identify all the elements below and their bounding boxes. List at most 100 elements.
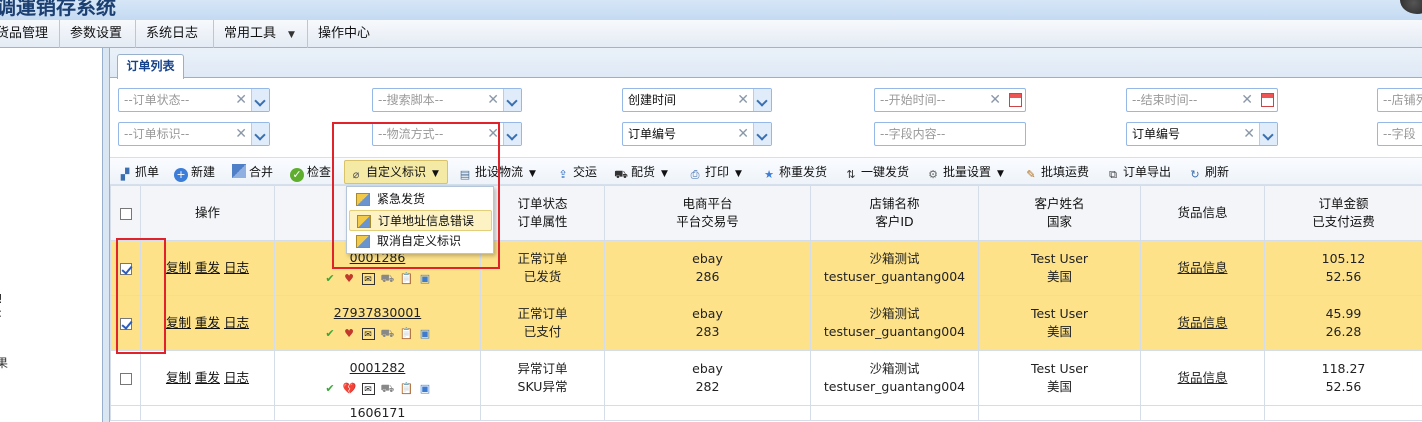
order-no-link[interactable]: 1606171	[276, 407, 480, 420]
batch-logistics-button[interactable]: ▤ 批设物流 ▼	[458, 161, 536, 183]
clear-icon[interactable]: ✕	[487, 123, 499, 145]
order-flag-placeholder: --订单标识--	[124, 127, 190, 141]
custom-flag-menu: 紧急发货 订单地址信息错误 取消自定义标识	[346, 186, 494, 254]
col-goods-label: 货品信息	[1177, 205, 1228, 220]
menu-operation-center[interactable]: 操作中心	[308, 20, 386, 48]
clear-icon[interactable]: ✕	[1243, 123, 1255, 145]
custom-flag-button[interactable]: ⌀ 自定义标识 ▼	[344, 160, 448, 184]
field-select-2[interactable]: 订单编号 ✕	[1126, 122, 1278, 146]
grab-orders-button[interactable]: ▞ 抓单	[118, 161, 159, 183]
menu-item-cancel-flag[interactable]: 取消自定义标识	[349, 231, 492, 252]
clear-icon[interactable]: ✕	[737, 123, 749, 145]
menu-goods[interactable]: 货品管理	[0, 20, 60, 48]
copy-link[interactable]: 复制	[166, 315, 191, 330]
amount-cell	[1264, 405, 1422, 421]
order-status-select[interactable]: --订单状态-- ✕	[118, 88, 270, 112]
copy-link[interactable]: 复制	[166, 260, 191, 275]
goods-cell: 货品信息	[1140, 240, 1265, 296]
disk-icon: ▣	[419, 381, 431, 395]
chevron-down-icon[interactable]	[1259, 123, 1277, 145]
chevron-down-icon[interactable]	[251, 89, 269, 111]
time-type-select[interactable]: 创建时间 ✕	[622, 88, 772, 112]
clear-icon[interactable]: ✕	[235, 89, 247, 111]
check-button[interactable]: ✓ 检查	[290, 161, 331, 183]
order-table: 操作 订单状态 订单属性 电商平台 平台交易号 店铺名称 客户ID 客户姓名 国家 货品…	[110, 185, 1422, 421]
table-row[interactable]: 复制 重发 日志 0001282 ✔ 💔 ✉ ⛟ 📋 ▣ 异常订单 SKU异常 eba…	[110, 350, 1422, 406]
chevron-down-icon[interactable]	[503, 123, 521, 145]
chevron-down-icon[interactable]	[251, 123, 269, 145]
log-link[interactable]: 日志	[224, 260, 249, 275]
col-status-label-2: 订单属性	[517, 214, 568, 229]
log-link[interactable]: 日志	[224, 315, 249, 330]
batch-freight-button[interactable]: ✎ 批填运费	[1024, 161, 1089, 183]
col-shop: 店铺名称 客户ID	[810, 185, 979, 241]
clear-icon[interactable]: ✕	[737, 89, 749, 111]
paperclip-icon: ⌀	[352, 168, 360, 181]
table-row[interactable]: 复制 重发 日志 27937830001 ✔ ♥ ✉ ⛟ 📋 ▣ 正常订单 已支付 e…	[110, 295, 1422, 351]
logistics-icon: ▤	[459, 168, 471, 181]
menu-syslog-label: 系统日志	[146, 26, 199, 41]
order-flag-select[interactable]: --订单标识-- ✕	[118, 122, 270, 146]
chevron-down-icon[interactable]	[503, 89, 521, 111]
menu-syslog[interactable]: 系统日志	[136, 20, 214, 48]
customer-cell	[978, 405, 1141, 421]
weigh-ship-button[interactable]: ★ 称重发货	[762, 161, 827, 183]
goods-info-link[interactable]: 货品信息	[1177, 315, 1227, 330]
row-checkbox[interactable]	[119, 262, 132, 275]
calendar-icon[interactable]	[1009, 93, 1022, 107]
logistics-select[interactable]: --物流方式-- ✕	[372, 122, 522, 146]
menu-params[interactable]: 参数设置	[60, 20, 136, 48]
batch-settings-button[interactable]: ⚙ 批量设置 ▼	[926, 161, 1004, 183]
menu-tools[interactable]: 常用工具 ▼	[214, 20, 308, 48]
allocate-button[interactable]: ⛟ 配货 ▼	[614, 161, 668, 183]
row-checkbox[interactable]	[119, 372, 132, 385]
col-amount: 订单金额 已支付运费	[1264, 185, 1422, 241]
main-menu-bar: 货品管理 参数设置 系统日志 常用工具 ▼ 操作中心	[0, 20, 1422, 48]
field-select[interactable]: 订单编号 ✕	[622, 122, 772, 146]
resend-link[interactable]: 重发	[195, 260, 220, 275]
one-click-ship-label: 一键发货	[861, 165, 910, 179]
print-button[interactable]: ⎙ 打印 ▼	[688, 161, 742, 183]
chevron-down-icon[interactable]	[753, 123, 771, 145]
order-no-link[interactable]: 0001282	[276, 359, 480, 377]
menu-operation-center-label: 操作中心	[318, 26, 371, 41]
field-content-input[interactable]: --字段内容--	[874, 122, 1026, 146]
shop-cell: 沙箱测试 testuser_guantang004	[810, 240, 979, 296]
batch-settings-label: 批量设置	[943, 165, 992, 179]
table-row[interactable]: 复制 重发 日志 0001286 ✔ ♥ ✉ ⛟ 📋 ▣ 正常订单 已发货 ebay 2…	[110, 240, 1422, 296]
menu-item-urgent-ship[interactable]: 紧急发货	[349, 189, 492, 210]
clear-icon[interactable]: ✕	[1241, 89, 1253, 111]
select-all-checkbox[interactable]	[119, 207, 132, 220]
export-orders-button[interactable]: ⧉ 订单导出	[1106, 161, 1171, 183]
table-row[interactable]: 1606171	[110, 405, 1422, 421]
log-link[interactable]: 日志	[224, 370, 249, 385]
clear-icon[interactable]: ✕	[235, 123, 247, 145]
tab-order-list[interactable]: 订单列表	[117, 54, 184, 79]
one-click-ship-button[interactable]: ⇅ 一键发货	[844, 161, 909, 183]
main-content: 订单列表 --订单状态-- ✕ --搜索脚本-- ✕ 创建时间 ✕ --开始时间…	[110, 48, 1422, 422]
field-content-input-2[interactable]: --字段	[1377, 122, 1422, 146]
panel-splitter[interactable]	[102, 48, 110, 422]
merge-button[interactable]: 合并	[232, 161, 273, 183]
left-panel-fragment[interactable]: 果	[0, 354, 8, 371]
end-time-input[interactable]: --结束时间-- ✕	[1126, 88, 1278, 112]
resend-link[interactable]: 重发	[195, 370, 220, 385]
chevron-down-icon[interactable]	[753, 89, 771, 111]
menu-item-address-error[interactable]: 订单地址信息错误	[349, 210, 492, 231]
copy-link[interactable]: 复制	[166, 370, 191, 385]
shop-name-text: 沙箱测试	[869, 251, 920, 266]
clear-icon[interactable]: ✕	[989, 89, 1001, 111]
clear-icon[interactable]: ✕	[487, 89, 499, 111]
calendar-icon[interactable]	[1261, 93, 1274, 107]
start-time-input[interactable]: --开始时间-- ✕	[874, 88, 1026, 112]
new-order-button[interactable]: + 新建	[174, 161, 215, 183]
order-no-link[interactable]: 27937830001	[276, 304, 480, 322]
search-script-select[interactable]: --搜索脚本-- ✕	[372, 88, 522, 112]
resend-link[interactable]: 重发	[195, 315, 220, 330]
row-checkbox[interactable]	[119, 317, 132, 330]
goods-info-link[interactable]: 货品信息	[1177, 260, 1227, 275]
goods-info-link[interactable]: 货品信息	[1177, 370, 1227, 385]
refresh-button[interactable]: ↻ 刷新	[1188, 161, 1229, 183]
ship-button[interactable]: ⇪ 交运	[556, 161, 597, 183]
shop-select[interactable]: --店铺列	[1377, 88, 1422, 112]
